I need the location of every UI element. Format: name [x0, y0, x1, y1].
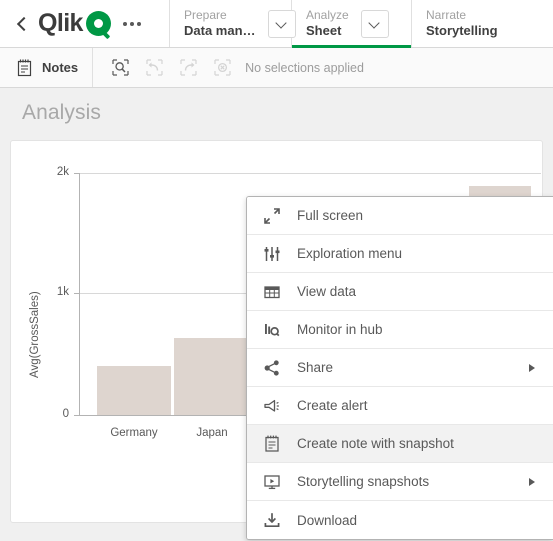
context-menu-label: Storytelling snapshots [297, 474, 430, 489]
snapshot-icon [261, 471, 283, 493]
context-menu-label: Monitor in hub [297, 322, 383, 337]
clear-selections-button[interactable] [205, 51, 239, 85]
qlik-wordmark: Qlik [38, 9, 83, 37]
brand-zone: Qlik [0, 0, 170, 47]
dot [136, 21, 141, 26]
nav-title-prepare: Data man… [184, 22, 256, 38]
y-tick-label-0: 0 [62, 408, 69, 420]
alert-icon [261, 395, 283, 417]
nav-kicker-prepare: Prepare [184, 7, 227, 22]
nav-labels-narrate: Narrate Storytelling [426, 8, 498, 39]
sliders-icon [261, 243, 283, 265]
nav-kicker-analyze: Analyze [306, 7, 349, 22]
context-menu-item-monitor-in-hub[interactable]: Monitor in hub [247, 311, 553, 349]
y-axis-title: Avg(GrossSales) [29, 291, 41, 378]
nav-title-analyze: Sheet [306, 22, 342, 38]
context-menu-label: Download [297, 512, 358, 528]
x-tick-label-japan: Japan [196, 427, 228, 439]
context-menu-label: Create note with snapshot [297, 436, 454, 451]
y-tick-mark-1k [74, 293, 79, 294]
bar-japan[interactable] [174, 338, 250, 415]
top-navigation-bar: Qlik Prepare Data man… Analyze Sheet Nar… [0, 0, 553, 48]
context-menu-label: Exploration menu [297, 246, 403, 261]
context-menu-item-full-screen[interactable]: Full screen [247, 197, 553, 235]
y-tick-label-1k: 1k [56, 286, 69, 298]
table-icon [261, 281, 283, 303]
dot [129, 21, 134, 26]
context-menu-item-storytelling-snapshots[interactable]: Storytelling snapshots [247, 463, 553, 501]
context-menu-label: Create alert [297, 398, 368, 413]
dot [122, 21, 127, 26]
nav-section-narrate[interactable]: Narrate Storytelling [412, 0, 553, 47]
context-menu-item-view-data[interactable]: View data [247, 273, 553, 311]
selection-search-button[interactable] [103, 51, 137, 85]
download-icon [261, 509, 283, 531]
notepad-icon [16, 58, 33, 77]
note-icon [261, 433, 283, 455]
y-tick-mark-2k [74, 173, 79, 174]
submenu-arrow-icon [529, 363, 535, 372]
nav-section-analyze[interactable]: Analyze Sheet [292, 0, 412, 48]
context-menu-item-exploration-menu[interactable]: Exploration menu [247, 235, 553, 273]
monitor-icon [261, 319, 283, 341]
context-menu-item-create-note-with-snapshot[interactable]: Create note with snapshot [247, 425, 553, 463]
back-chevron-icon[interactable] [14, 16, 30, 32]
bar-germany[interactable] [97, 366, 171, 415]
context-menu-label: Share [297, 360, 334, 375]
selection-status-text: No selections applied [245, 60, 364, 75]
overflow-menu-button[interactable] [122, 21, 141, 26]
context-menu-label: Full screen [297, 208, 364, 223]
notes-button-label: Notes [42, 60, 79, 75]
step-forward-button[interactable] [171, 51, 205, 85]
nav-section-prepare[interactable]: Prepare Data man… [170, 0, 296, 47]
nav-title-narrate: Storytelling [426, 22, 498, 38]
nav-labels-prepare: Prepare Data man… [184, 8, 256, 39]
qlik-sense-app: Qlik Prepare Data man… Analyze Sheet Nar… [0, 0, 553, 541]
share-icon [261, 357, 283, 379]
gridline-2k [79, 173, 541, 174]
context-menu-item-create-alert[interactable]: Create alert [247, 387, 553, 425]
chevron-down-icon-analyze[interactable] [360, 9, 389, 38]
page-title: Analysis [22, 101, 101, 124]
y-tick-label-2k: 2k [56, 166, 69, 178]
submenu-arrow-icon [529, 477, 535, 486]
fullscreen-icon [261, 205, 283, 227]
chart-context-menu: Full screen Exploration menu View data M… [246, 196, 553, 540]
y-axis-line [79, 173, 80, 416]
context-menu-label: View data [297, 284, 357, 299]
selection-tools: No selections applied [93, 51, 364, 85]
x-tick-label-germany: Germany [110, 427, 158, 439]
context-menu-item-share[interactable]: Share [247, 349, 553, 387]
nav-labels-analyze: Analyze Sheet [306, 8, 349, 39]
nav-kicker-narrate: Narrate [426, 7, 467, 22]
notes-button[interactable]: Notes [0, 48, 94, 87]
qlik-logo-icon [85, 11, 111, 36]
step-back-button[interactable] [137, 51, 171, 85]
selection-toolbar: Notes No selections applied [0, 48, 553, 88]
context-menu-item-download[interactable]: Download [247, 501, 553, 539]
